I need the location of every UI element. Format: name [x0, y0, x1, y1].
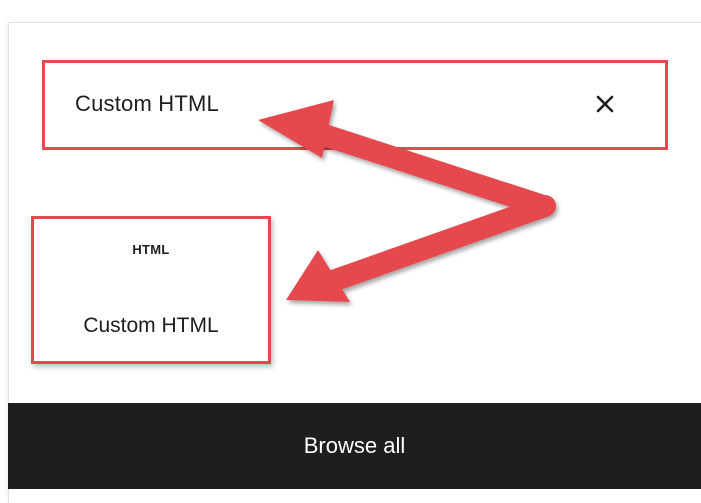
close-icon[interactable]	[590, 89, 620, 119]
search-field[interactable]: Custom HTML	[42, 60, 668, 150]
search-input-value[interactable]: Custom HTML	[75, 91, 219, 117]
browse-all-button[interactable]: Browse all	[8, 403, 701, 489]
block-item-custom-html[interactable]: HTML Custom HTML	[31, 216, 271, 364]
block-item-label: Custom HTML	[83, 314, 219, 337]
html-icon: HTML	[132, 242, 170, 257]
